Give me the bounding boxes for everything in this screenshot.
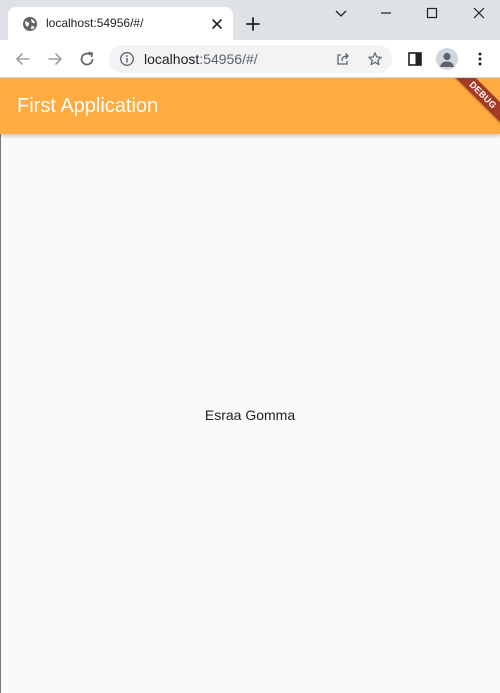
share-icon[interactable] (335, 51, 351, 67)
globe-icon (23, 17, 37, 31)
info-icon[interactable] (119, 51, 135, 67)
app-body: Esraa Gomma (0, 134, 500, 693)
reload-icon[interactable] (78, 50, 96, 68)
address-bar[interactable]: localhost:54956/#/ (109, 45, 392, 73)
browser-toolbar: localhost:54956/#/ (0, 40, 500, 78)
center-text: Esraa Gomma (204, 407, 296, 423)
url-path: :54956/#/ (199, 51, 258, 67)
close-icon[interactable] (209, 16, 225, 32)
side-panel-icon[interactable] (406, 50, 424, 68)
app-bar-title: First Application (17, 95, 159, 117)
browser-title-bar: localhost:54956/#/ (0, 0, 500, 40)
kebab-menu-icon[interactable] (471, 50, 489, 68)
star-icon[interactable] (367, 51, 383, 67)
url-host: localhost (144, 51, 200, 67)
address-url: localhost:54956/#/ (144, 51, 258, 67)
minimize-icon[interactable] (376, 3, 396, 23)
person-icon (440, 52, 454, 67)
maximize-icon[interactable] (422, 3, 442, 23)
debug-banner: DEBUG (446, 78, 500, 132)
tab-title: localhost:54956/#/ (46, 16, 144, 30)
window-close-icon[interactable] (469, 3, 489, 23)
back-arrow-icon[interactable] (14, 50, 32, 68)
app-bar: First Application DEBUG (0, 78, 500, 134)
profile-avatar[interactable] (436, 48, 458, 70)
chevron-down-icon[interactable] (331, 3, 351, 23)
forward-arrow-icon[interactable] (46, 50, 64, 68)
plus-icon[interactable] (244, 15, 262, 33)
browser-tab[interactable]: localhost:54956/#/ (8, 7, 233, 40)
window-left-edge (0, 134, 1, 693)
